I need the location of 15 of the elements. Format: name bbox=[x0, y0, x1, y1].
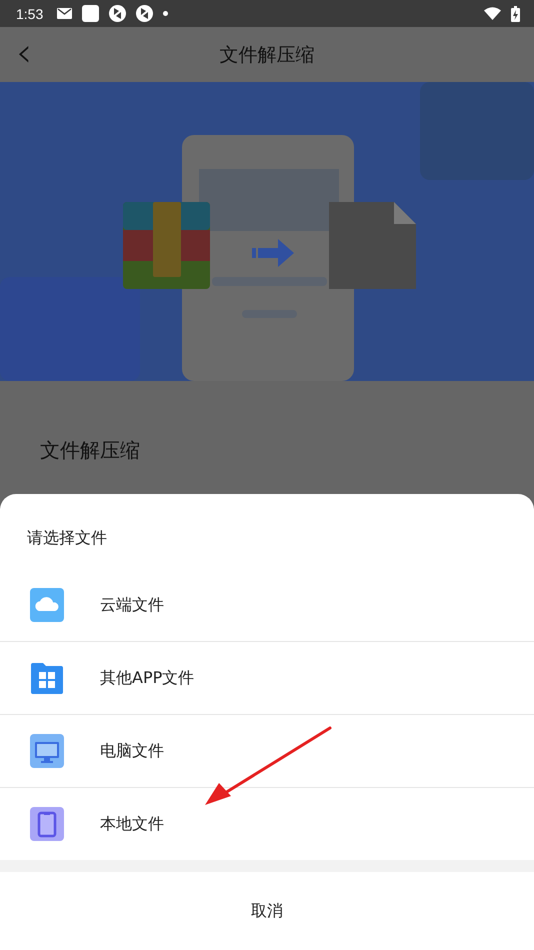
phone-icon bbox=[30, 807, 64, 841]
status-time: 1:53 bbox=[16, 6, 44, 22]
wifi-icon bbox=[484, 7, 501, 20]
dot-icon bbox=[163, 11, 168, 16]
page-title: 文件解压缩 bbox=[220, 42, 314, 68]
section-title: 文件解压缩 bbox=[39, 437, 141, 464]
battery-icon bbox=[511, 6, 520, 22]
sheet-title: 请选择文件 bbox=[26, 527, 108, 549]
aperture-icon bbox=[109, 5, 126, 22]
mail-icon bbox=[57, 8, 72, 19]
folder-icon bbox=[30, 661, 64, 695]
aperture-icon bbox=[136, 5, 154, 22]
square-icon bbox=[82, 5, 100, 22]
monitor-icon bbox=[30, 734, 64, 768]
cloud-icon bbox=[30, 588, 64, 622]
